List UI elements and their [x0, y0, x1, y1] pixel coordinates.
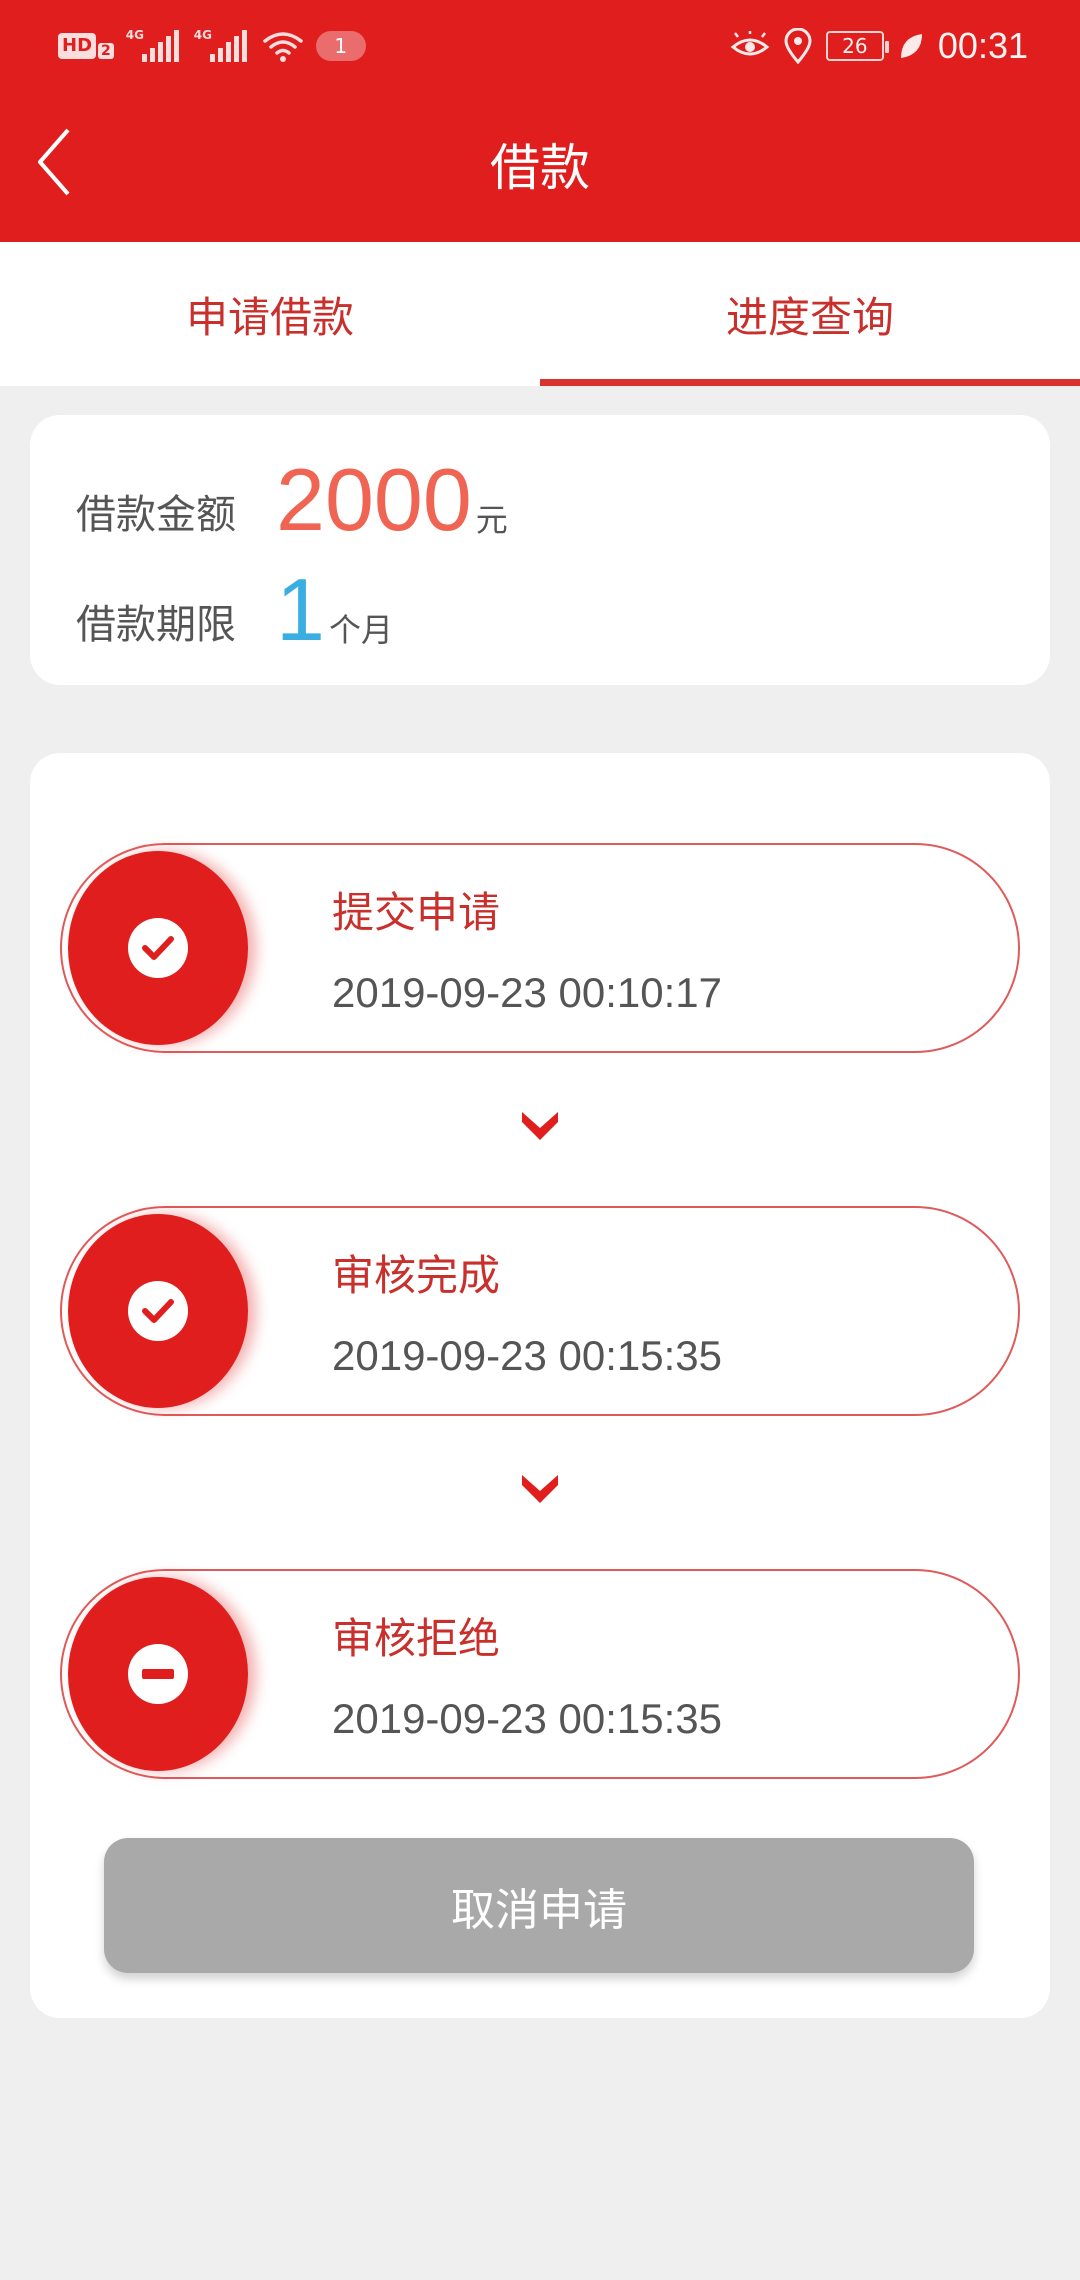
- app-header: HD 2 4G 4G 1 26 00:31 借款: [0, 0, 1080, 242]
- tab-apply-loan[interactable]: 申请借款: [0, 242, 540, 386]
- chevron-down-icon: [522, 1112, 558, 1140]
- loan-amount-row: 借款金额 2000 元: [76, 455, 508, 545]
- signal-icon-1: 4G: [126, 28, 182, 64]
- step-time: 2019-09-23 00:10:17: [332, 969, 722, 1016]
- hd-badge: HD 2: [58, 33, 114, 59]
- progress-step: 审核拒绝 2019-09-23 00:15:35: [60, 1569, 1020, 1779]
- step-title: 审核完成: [332, 1251, 501, 1300]
- check-icon: [128, 1281, 188, 1341]
- step-status-circle: [68, 1214, 248, 1408]
- progress-step: 审核完成 2019-09-23 00:15:35: [60, 1206, 1020, 1416]
- status-bar: HD 2 4G 4G 1 26 00:31: [0, 0, 1080, 92]
- step-title: 审核拒绝: [332, 1614, 501, 1663]
- check-icon: [128, 918, 188, 978]
- nav-bar: 借款: [0, 92, 1080, 242]
- hd-label: HD: [58, 33, 97, 59]
- notification-badge: 1: [315, 31, 366, 61]
- step-status-circle: [68, 1577, 248, 1771]
- leaf-icon: [900, 34, 922, 58]
- loan-term-row: 借款期限 1 个月: [76, 565, 393, 655]
- loan-amount-value: 2000: [276, 450, 472, 549]
- tab-label: 进度查询: [725, 292, 894, 342]
- tab-label: 申请借款: [185, 292, 354, 342]
- page-title: 借款: [490, 139, 590, 197]
- loan-term-unit: 个月: [328, 611, 393, 649]
- minus-icon: [128, 1644, 188, 1704]
- eye-icon: [730, 31, 770, 56]
- cancel-application-button[interactable]: 取消申请: [104, 1838, 974, 1973]
- loan-amount-unit: 元: [475, 501, 508, 539]
- wifi-icon: [263, 32, 303, 62]
- progress-step: 提交申请 2019-09-23 00:10:17: [60, 843, 1020, 1053]
- active-tab-indicator: [540, 379, 1080, 386]
- step-status-circle: [68, 851, 248, 1045]
- loan-term-value: 1: [276, 560, 325, 659]
- loan-term-label: 借款期限: [76, 602, 236, 648]
- progress-card: 提交申请 2019-09-23 00:10:17 审核完成 2019-09-23…: [30, 753, 1050, 2018]
- loan-info-card: 借款金额 2000 元 借款期限 1 个月: [30, 415, 1050, 685]
- signal-icon-2: 4G: [194, 28, 250, 64]
- status-right: 26 00:31: [730, 24, 1028, 68]
- location-icon: [784, 28, 812, 64]
- battery-icon: 26: [825, 31, 889, 61]
- loan-amount-label: 借款金额: [76, 492, 236, 538]
- chevron-down-icon: [522, 1475, 558, 1503]
- step-time: 2019-09-23 00:15:35: [332, 1695, 722, 1742]
- step-title: 提交申请: [332, 888, 501, 937]
- step-time: 2019-09-23 00:15:35: [332, 1332, 722, 1379]
- tab-bar: 申请借款 进度查询: [0, 242, 1080, 386]
- clock: 00:31: [937, 25, 1028, 66]
- tab-progress-query[interactable]: 进度查询: [540, 242, 1080, 386]
- status-left: HD 2 4G 4G 1: [58, 26, 366, 66]
- hd-sub: 2: [98, 43, 114, 59]
